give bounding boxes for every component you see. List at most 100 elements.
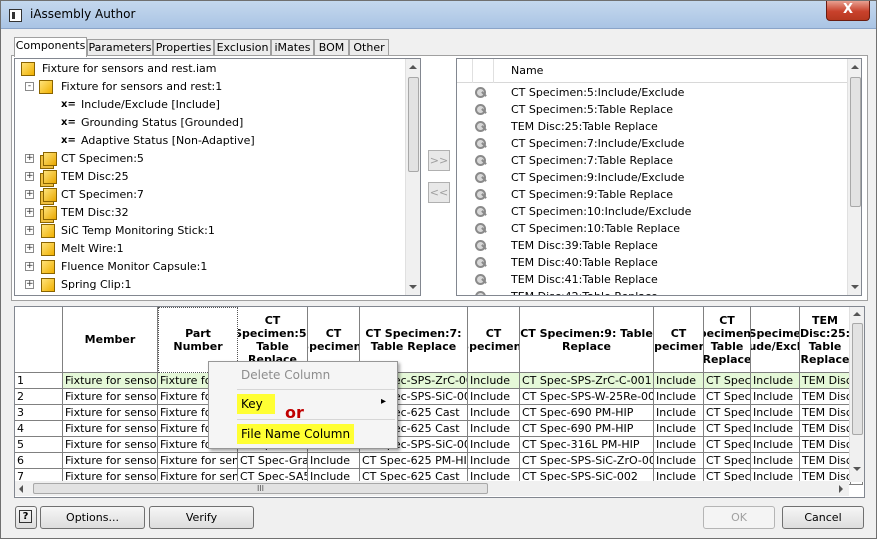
table-cell[interactable]: TEM Disc-	[800, 453, 851, 469]
options-button[interactable]: Options...	[40, 506, 145, 529]
tab-properties[interactable]: Properties	[153, 39, 214, 56]
table-vertical-scrollbar[interactable]	[849, 307, 864, 482]
table-cell[interactable]: Include	[751, 421, 800, 437]
table-cell[interactable]: TEM Disc-	[800, 437, 851, 453]
remove-from-keys-button[interactable]: <<	[428, 182, 450, 203]
table-cell[interactable]: Include	[751, 373, 800, 389]
row-number[interactable]: 4	[15, 421, 63, 437]
row-header-corner[interactable]	[15, 307, 63, 373]
table-cell[interactable]: Fixture for sensors	[63, 405, 158, 421]
scroll-down-arrow-icon[interactable]	[409, 285, 417, 289]
column-header[interactable]: TEM Disc:25: Table Replace	[800, 307, 851, 373]
table-cell[interactable]: TEM Disc-	[800, 421, 851, 437]
table-cell[interactable]: Include	[654, 405, 704, 421]
table-cell[interactable]: Fixture for sensors	[63, 373, 158, 389]
cancel-button[interactable]: Cancel	[782, 506, 864, 529]
table-horizontal-scrollbar[interactable]: III	[15, 481, 849, 496]
column-header[interactable]: CT Specimen:1 Table Replace	[704, 307, 751, 373]
member-table[interactable]: 1 2 3 4 5 6 7 Member Fixture for sensors Fixture …	[14, 306, 865, 498]
scroll-up-arrow-icon[interactable]	[851, 65, 859, 69]
list-item[interactable]: CT Specimen:10:Table Replace	[457, 220, 847, 237]
scroll-down-arrow-icon[interactable]	[851, 285, 859, 289]
table-cell[interactable]: Include	[751, 437, 800, 453]
table-cell[interactable]: Fixture for sensors	[63, 437, 158, 453]
column-header[interactable]: CT Specimen:1 Include/Exclude	[751, 307, 800, 373]
scroll-left-arrow-icon[interactable]	[19, 485, 23, 493]
table-cell[interactable]: Include	[468, 453, 520, 469]
collapse-toggle[interactable]: -	[25, 82, 34, 91]
table-cell[interactable]: Include	[468, 421, 520, 437]
column-header-name[interactable]: Name	[511, 64, 543, 77]
expand-toggle[interactable]: +	[25, 154, 34, 163]
column-header[interactable]: CT Specimen:	[654, 307, 704, 373]
table-cell[interactable]: CT Spec-	[704, 437, 751, 453]
expand-toggle[interactable]: +	[25, 190, 34, 199]
table-cell[interactable]: TEM Disc-	[800, 373, 851, 389]
list-item[interactable]: CT Specimen:5:Table Replace	[457, 101, 847, 118]
table-cell[interactable]: TEM Disc-	[800, 405, 851, 421]
table-cell[interactable]: Include	[468, 437, 520, 453]
table-cell[interactable]: CT Spec-Grad	[238, 453, 308, 469]
table-cell[interactable]: Fixture for sensors	[63, 389, 158, 405]
tab-parameters[interactable]: Parameters	[87, 39, 153, 56]
list-item[interactable]: TEM Disc:40:Table Replace	[457, 254, 847, 271]
list-item[interactable]: TEM Disc:42:Table Replace	[457, 288, 847, 295]
selected-items-list[interactable]: Name CT Specimen:5:Include/Exclude CT Sp…	[456, 58, 862, 296]
table-cell[interactable]: CT Spec-	[704, 453, 751, 469]
tree-vertical-scrollbar[interactable]	[405, 59, 420, 295]
list-item[interactable]: CT Specimen:7:Include/Exclude	[457, 135, 847, 152]
menu-item-key[interactable]: Key	[237, 394, 275, 414]
column-header[interactable]: CT Specimen:9: Table Replace	[520, 307, 654, 373]
expand-toggle[interactable]: +	[25, 208, 34, 217]
expand-toggle[interactable]: +	[25, 244, 34, 253]
expand-toggle[interactable]: +	[25, 262, 34, 271]
list-item[interactable]: CT Specimen:9:Include/Exclude	[457, 169, 847, 186]
table-cell[interactable]: CT Spec-	[704, 373, 751, 389]
title-bar[interactable]: iAssembly Author X	[1, 1, 876, 29]
table-cell[interactable]: Include	[308, 453, 360, 469]
expand-toggle[interactable]: +	[25, 172, 34, 181]
scrollbar-thumb[interactable]	[852, 323, 863, 435]
table-cell[interactable]: CT Spec-690 PM-HIP	[520, 421, 654, 437]
tab-imates[interactable]: iMates	[271, 39, 314, 56]
list-item[interactable]: CT Specimen:10:Include/Exclude	[457, 203, 847, 220]
list-item[interactable]: CT Specimen:9:Table Replace	[457, 186, 847, 203]
table-cell[interactable]: CT Spec-SPS-SiC-ZrO-002	[520, 453, 654, 469]
help-button[interactable]: ?	[15, 506, 37, 529]
table-cell[interactable]: CT Spec-	[704, 421, 751, 437]
table-cell[interactable]: Include	[654, 437, 704, 453]
tab-other[interactable]: Other	[349, 39, 389, 56]
row-number[interactable]: 2	[15, 389, 63, 405]
tab-bom[interactable]: BOM	[314, 39, 349, 56]
row-number[interactable]: 3	[15, 405, 63, 421]
scroll-up-arrow-icon[interactable]	[409, 65, 417, 69]
verify-button[interactable]: Verify	[149, 506, 254, 529]
table-cell[interactable]: CT Spec-	[704, 389, 751, 405]
scrollbar-thumb[interactable]: III	[33, 483, 488, 494]
expand-toggle[interactable]: +	[25, 280, 34, 289]
table-cell[interactable]: TEM Disc-	[800, 389, 851, 405]
list-item[interactable]: CT Specimen:5:Include/Exclude	[457, 84, 847, 101]
list-item[interactable]: CT Specimen:7:Table Replace	[457, 152, 847, 169]
tab-components[interactable]: Components	[14, 37, 87, 57]
row-number[interactable]: 1	[15, 373, 63, 389]
table-cell[interactable]: Include	[751, 453, 800, 469]
table-cell[interactable]: Include	[468, 389, 520, 405]
table-cell[interactable]: Include	[654, 389, 704, 405]
scroll-down-arrow-icon[interactable]	[853, 467, 861, 471]
table-cell[interactable]: CT Spec-316L PM-HIP	[520, 437, 654, 453]
table-cell[interactable]: Fixture for senso	[158, 453, 238, 469]
row-number[interactable]: 5	[15, 437, 63, 453]
menu-item-file-name-column[interactable]: File Name Column	[237, 424, 355, 444]
scrollbar-thumb[interactable]	[850, 77, 861, 207]
add-to-keys-button[interactable]: >>	[428, 150, 450, 171]
row-number[interactable]: 6	[15, 453, 63, 469]
table-cell[interactable]: Fixture for sensors	[63, 453, 158, 469]
table-cell[interactable]: Include	[751, 405, 800, 421]
table-cell[interactable]: Include	[468, 405, 520, 421]
table-cell[interactable]: CT Spec-SPS-ZrC-C-001	[520, 373, 654, 389]
column-header[interactable]: Member	[63, 307, 158, 373]
table-cell[interactable]: Fixture for sensors	[63, 421, 158, 437]
table-cell[interactable]: Include	[468, 373, 520, 389]
menu-item-delete-column[interactable]: Delete Column	[237, 365, 334, 385]
